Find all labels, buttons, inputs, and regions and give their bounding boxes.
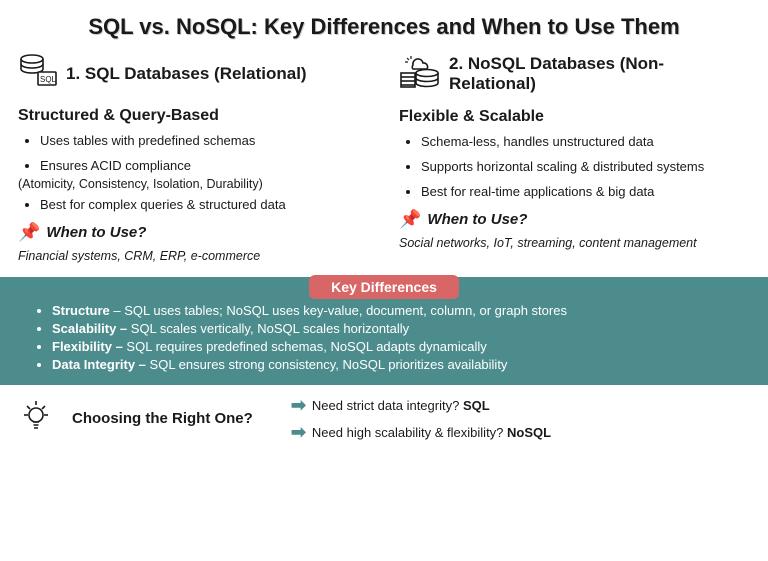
choice-nosql: ➡ Need high scalability & flexibility? N… xyxy=(291,422,551,443)
when-to-use-label: When to Use? xyxy=(427,211,527,228)
database-sql-icon: SQL xyxy=(18,54,58,93)
sql-subhead: Structured & Query-Based xyxy=(18,107,369,125)
choosing-label: Choosing the Right One? xyxy=(72,410,253,427)
svg-text:SQL: SQL xyxy=(40,75,57,84)
database-cloud-icon xyxy=(399,55,441,94)
nosql-column: 2. NoSQL Databases (Non-Relational) Flex… xyxy=(399,54,750,263)
nosql-examples: Social networks, IoT, streaming, content… xyxy=(399,236,750,250)
choosing-section: Choosing the Right One? ➡ Need strict da… xyxy=(18,395,750,443)
sql-bullet: Ensures ACID compliance xyxy=(40,158,369,175)
nosql-bullet: Best for real-time applications & big da… xyxy=(421,184,750,201)
page-title: SQL vs. NoSQL: Key Differences and When … xyxy=(18,14,750,40)
nosql-bullet: Supports horizontal scaling & distribute… xyxy=(421,159,750,176)
key-differences-badge: Key Differences xyxy=(309,275,459,299)
keydiff-item: Scalability – SQL scales vertically, NoS… xyxy=(52,321,738,336)
when-to-use-label: When to Use? xyxy=(46,224,146,241)
sql-heading: 1. SQL Databases (Relational) xyxy=(66,64,307,84)
sql-bullet: Best for complex queries & structured da… xyxy=(40,197,369,214)
pushpin-icon: 📌 xyxy=(18,222,40,243)
lightbulb-icon xyxy=(18,398,54,439)
key-differences-panel: Key Differences Structure – SQL uses tab… xyxy=(0,277,768,385)
nosql-bullet: Schema-less, handles unstructured data xyxy=(421,134,750,151)
choice-sql: ➡ Need strict data integrity? SQL xyxy=(291,395,551,416)
nosql-heading: 2. NoSQL Databases (Non-Relational) xyxy=(449,54,750,94)
sql-column: SQL 1. SQL Databases (Relational) Struct… xyxy=(18,54,369,263)
pushpin-icon: 📌 xyxy=(399,209,421,230)
arrow-right-icon: ➡ xyxy=(291,395,306,416)
acid-note: (Atomicity, Consistency, Isolation, Dura… xyxy=(18,177,369,191)
sql-examples: Financial systems, CRM, ERP, e-commerce xyxy=(18,249,369,263)
keydiff-item: Data Integrity – SQL ensures strong cons… xyxy=(52,357,738,372)
keydiff-item: Structure – SQL uses tables; NoSQL uses … xyxy=(52,303,738,318)
keydiff-item: Flexibility – SQL requires predefined sc… xyxy=(52,339,738,354)
nosql-subhead: Flexible & Scalable xyxy=(399,108,750,126)
arrow-right-icon: ➡ xyxy=(291,422,306,443)
sql-bullet: Uses tables with predefined schemas xyxy=(40,133,369,150)
